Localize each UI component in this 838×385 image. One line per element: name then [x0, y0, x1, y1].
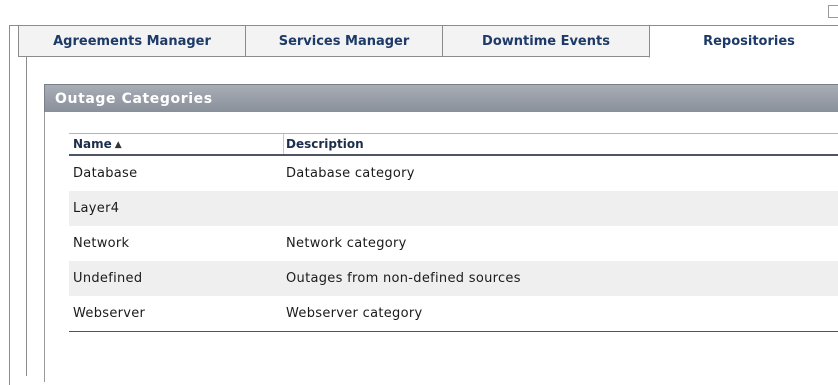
cell-name: Layer4 — [73, 201, 120, 216]
column-header-description[interactable]: Description — [286, 134, 364, 154]
column-label: Name — [73, 137, 112, 151]
column-label: Description — [286, 137, 364, 151]
column-header-name[interactable]: Name ▲ — [73, 134, 122, 154]
cell-name: Database — [73, 166, 138, 181]
cell-name: Webserver — [73, 306, 146, 321]
cell-description: Outages from non-defined sources — [286, 271, 521, 286]
tab-label: Repositories — [703, 34, 795, 49]
panel-header: Outage Categories — [44, 84, 838, 113]
tab-repositories[interactable]: Repositories — [649, 25, 838, 58]
table-header: Name ▲ Description — [69, 133, 838, 156]
sort-ascending-icon: ▲ — [114, 140, 122, 150]
cell-name: Network — [73, 236, 130, 251]
table-row[interactable]: Database Database category — [69, 156, 838, 191]
tab-label: Downtime Events — [482, 33, 610, 49]
table-row[interactable]: Undefined Outages from non-defined sourc… — [69, 261, 838, 296]
outage-categories-table: Name ▲ Description Database Database cate… — [69, 133, 838, 332]
tab-label: Agreements Manager — [53, 33, 211, 49]
cell-description: Network category — [286, 236, 407, 251]
column-divider — [283, 134, 284, 154]
table-row[interactable]: Network Network category — [69, 226, 838, 261]
panel-title: Outage Categories — [55, 90, 213, 107]
tab-downtime-events[interactable]: Downtime Events — [442, 25, 650, 57]
cell-name: Undefined — [73, 271, 143, 286]
table-bottom-border — [69, 331, 838, 332]
cell-description: Webserver category — [286, 306, 423, 321]
tab-services-manager[interactable]: Services Manager — [245, 25, 443, 57]
tab-agreements-manager[interactable]: Agreements Manager — [18, 25, 246, 57]
table-row[interactable]: Layer4 — [69, 191, 838, 226]
table-row[interactable]: Webserver Webserver category — [69, 296, 838, 331]
window-corner — [828, 5, 838, 18]
tab-label: Services Manager — [278, 33, 410, 49]
cell-description: Database category — [286, 166, 415, 181]
